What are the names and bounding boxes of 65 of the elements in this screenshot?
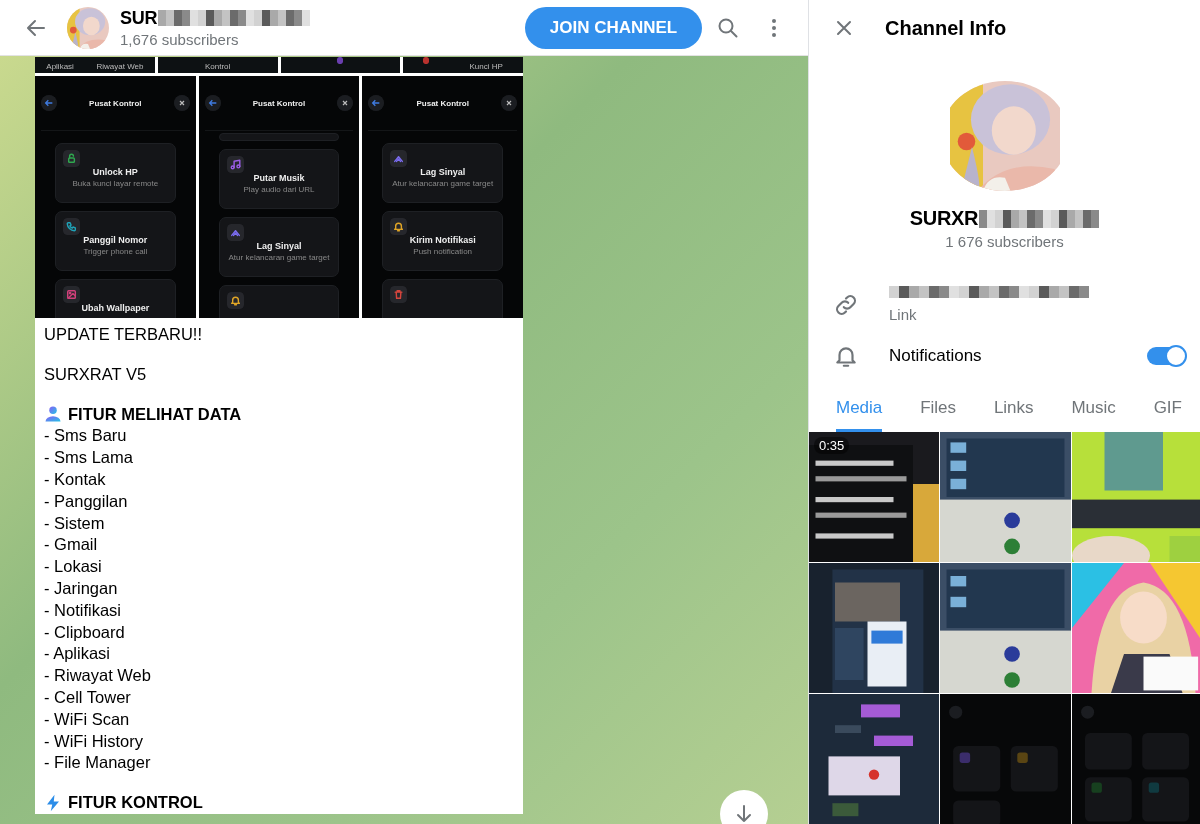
screen-title: Pusat Kontrol bbox=[252, 98, 306, 108]
subscriber-count: 1,676 subscribers bbox=[120, 30, 240, 48]
video-duration: 0:35 bbox=[814, 437, 850, 454]
tab[interactable]: Music bbox=[1071, 397, 1116, 432]
message-text: SURXRAT V5 bbox=[44, 363, 148, 385]
list-item: - Lokasi bbox=[44, 556, 103, 578]
list-item: - Jaringan bbox=[44, 577, 119, 599]
list-item: - WiFi Scan bbox=[44, 708, 131, 730]
list-item: - File Manager bbox=[44, 752, 152, 774]
list-item: - Notifikasi bbox=[44, 599, 122, 621]
channel-name: SURXR bbox=[909, 207, 979, 230]
list-item: - WiFi History bbox=[44, 730, 144, 752]
list-item: - Sistem bbox=[44, 512, 106, 534]
tab[interactable]: Files bbox=[920, 397, 957, 432]
screenshot-label: Aplikasi bbox=[46, 62, 74, 71]
person-icon bbox=[44, 405, 62, 424]
card-description: Push notification bbox=[413, 247, 473, 256]
card-title: Panggil Nomor bbox=[83, 235, 148, 245]
screenshot-label: Kontrol bbox=[204, 62, 231, 71]
card-description: Buka kunci layar remote bbox=[72, 179, 159, 188]
phone-icon bbox=[63, 218, 80, 235]
lock-icon bbox=[63, 150, 80, 167]
list-item: - Cell Tower bbox=[44, 686, 132, 708]
card-description: Atur kelancaran game target bbox=[392, 179, 494, 188]
toggle-switch[interactable] bbox=[1147, 347, 1185, 365]
screenshot-label: Kunci HP bbox=[469, 62, 503, 71]
card-description: Trigger phone call bbox=[83, 247, 148, 256]
scroll-down-button[interactable] bbox=[720, 790, 768, 824]
list-item: - Sms Lama bbox=[44, 447, 134, 469]
list-item: - Sms Baru bbox=[44, 425, 128, 447]
card-title: Ubah Wallpaper bbox=[81, 303, 150, 313]
tab[interactable]: Links bbox=[993, 397, 1034, 432]
music-icon bbox=[226, 156, 244, 173]
image-icon bbox=[63, 286, 80, 303]
channel-name: SUR bbox=[120, 7, 158, 29]
card-title: Lag Sinyal bbox=[256, 241, 302, 251]
screenshot-label: Riwayat Web bbox=[96, 62, 144, 71]
notifications-label: Notifications bbox=[889, 346, 983, 366]
panel-title: Channel Info bbox=[885, 16, 1007, 40]
trash-icon bbox=[390, 286, 408, 303]
screen-title: Pusat Kontrol bbox=[89, 98, 142, 108]
screen-title: Pusat Kontrol bbox=[416, 98, 469, 108]
link-label: Link bbox=[889, 306, 918, 323]
tab[interactable]: GIF bbox=[1153, 397, 1182, 432]
list-item: - Aplikasi bbox=[44, 643, 112, 665]
list-item: - Panggilan bbox=[44, 490, 129, 512]
card-title: Kirim Notifikasi bbox=[409, 235, 476, 245]
card-description: Atur kelancaran game target bbox=[228, 253, 330, 262]
join-channel-button[interactable]: JOIN CHANNEL bbox=[525, 6, 702, 49]
list-item: - Kontak bbox=[44, 469, 107, 490]
list-item: - Gmail bbox=[44, 534, 99, 556]
signal-icon bbox=[390, 150, 408, 167]
section-heading: FITUR KONTROL bbox=[68, 792, 203, 814]
signal-icon bbox=[226, 224, 244, 241]
subscriber-count: 1 676 subscribers bbox=[944, 233, 1065, 250]
list-item: - Riwayat Web bbox=[44, 665, 152, 687]
card-title: Lag Sinyal bbox=[420, 167, 466, 177]
list-item: - Clipboard bbox=[44, 621, 126, 643]
card-description: Play audio dari URL bbox=[243, 185, 315, 194]
bell-icon bbox=[226, 292, 244, 309]
section-heading: FITUR MELIHAT DATA bbox=[68, 403, 242, 425]
card-title: Putar Musik bbox=[253, 173, 305, 183]
message-text: UPDATE TERBARU!! bbox=[44, 324, 203, 345]
card-title: Unlock HP bbox=[92, 167, 138, 177]
bell-icon bbox=[390, 218, 408, 235]
